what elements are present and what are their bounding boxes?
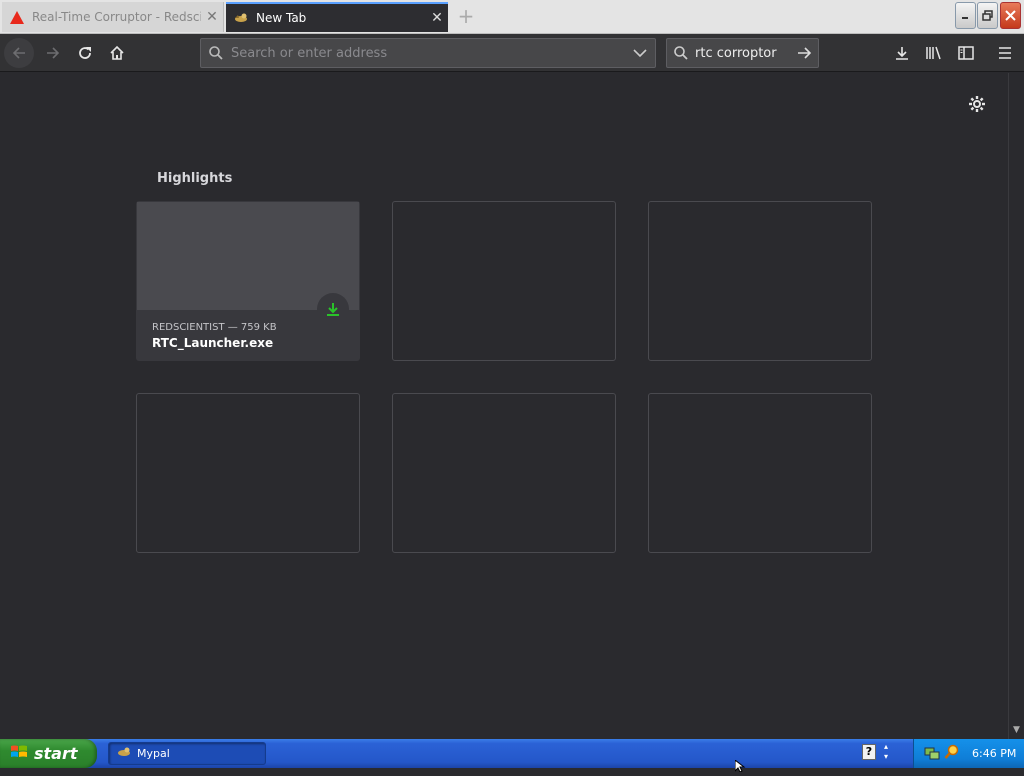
highlight-card-empty — [392, 201, 616, 361]
tab-title: New Tab — [256, 11, 307, 25]
highlight-card-empty — [648, 393, 872, 553]
minimize-button[interactable] — [955, 2, 976, 29]
scroll-down-arrow-icon[interactable]: ▼ — [1013, 725, 1020, 735]
reload-button[interactable] — [70, 38, 100, 68]
search-icon — [667, 45, 695, 61]
taskbar-item-mypal[interactable]: Mypal — [108, 742, 266, 765]
start-button[interactable]: start — [0, 739, 97, 768]
home-button[interactable] — [102, 38, 132, 68]
network-icon[interactable] — [924, 744, 940, 764]
new-tab-plus-icon[interactable]: + — [456, 6, 476, 26]
start-label: start — [34, 744, 78, 763]
mypal-icon — [117, 745, 131, 762]
mouse-cursor-icon — [734, 757, 747, 776]
arrow-left-icon — [12, 47, 25, 59]
highlight-card-empty — [648, 201, 872, 361]
taskbar-item-label: Mypal — [137, 747, 170, 760]
close-window-button[interactable] — [1000, 2, 1021, 29]
library-button[interactable] — [919, 38, 949, 68]
system-tray: 6:46 PM — [913, 739, 1024, 768]
warning-triangle-icon — [10, 10, 24, 24]
back-button[interactable] — [4, 38, 34, 68]
tab-strip: Real-Time Corruptor - Redscientis ✕ New … — [0, 0, 1024, 34]
forward-button[interactable] — [38, 38, 68, 68]
download-icon — [317, 293, 349, 325]
highlight-card-empty — [392, 393, 616, 553]
gear-icon[interactable] — [966, 93, 988, 115]
tab-real-time-corruptor[interactable]: Real-Time Corruptor - Redscientis ✕ — [2, 2, 224, 32]
chevron-down-icon[interactable] — [625, 48, 655, 58]
arrow-right-icon[interactable] — [790, 45, 818, 61]
tab-title: Real-Time Corruptor - Redscientis — [32, 10, 201, 24]
sidebar-icon — [958, 46, 974, 60]
card-filename: RTC_Launcher.exe — [152, 336, 274, 350]
search-input[interactable]: rtc corroptor — [695, 46, 790, 61]
close-tab-icon[interactable]: ✕ — [201, 9, 223, 25]
download-icon — [896, 47, 908, 60]
scrollbar[interactable]: ▼ — [1008, 73, 1024, 739]
address-bar[interactable] — [200, 38, 656, 68]
hamburger-menu-icon — [999, 47, 1011, 59]
card-meta: REDSCIENTIST — 759 KB — [152, 322, 277, 333]
highlight-card[interactable]: REDSCIENTIST — 759 KB RTC_Launcher.exe — [136, 201, 360, 361]
sidebar-button[interactable] — [951, 38, 981, 68]
menu-button[interactable] — [990, 38, 1020, 68]
new-tab-page: Highlights REDSCIENTIST — 759 KB RTC_Lau… — [0, 73, 1008, 739]
close-tab-icon[interactable]: ✕ — [426, 10, 448, 26]
search-tray-icon[interactable] — [944, 744, 960, 764]
help-icon[interactable]: ? — [862, 744, 876, 760]
navigation-toolbar: rtc corroptor — [0, 34, 1024, 72]
address-input[interactable] — [231, 45, 625, 61]
home-icon — [110, 45, 124, 60]
reload-icon — [79, 47, 91, 59]
mypal-icon — [234, 11, 248, 25]
library-icon — [926, 46, 941, 60]
arrow-right-icon — [47, 47, 60, 59]
downloads-button[interactable] — [887, 38, 917, 68]
taskbar: start Mypal ? ▴ ▾ 6:46 PM — [0, 739, 1024, 768]
clock: 6:46 PM — [972, 747, 1017, 760]
tab-new-tab[interactable]: New Tab ✕ — [226, 2, 448, 32]
search-bar[interactable]: rtc corroptor — [666, 38, 819, 68]
search-icon — [201, 45, 231, 61]
tray-expand-icon[interactable]: ▴ ▾ — [884, 742, 888, 762]
section-title-highlights: Highlights — [157, 171, 233, 186]
windows-flag-icon — [10, 744, 28, 764]
restore-button[interactable] — [977, 2, 998, 29]
highlight-card-empty — [136, 393, 360, 553]
